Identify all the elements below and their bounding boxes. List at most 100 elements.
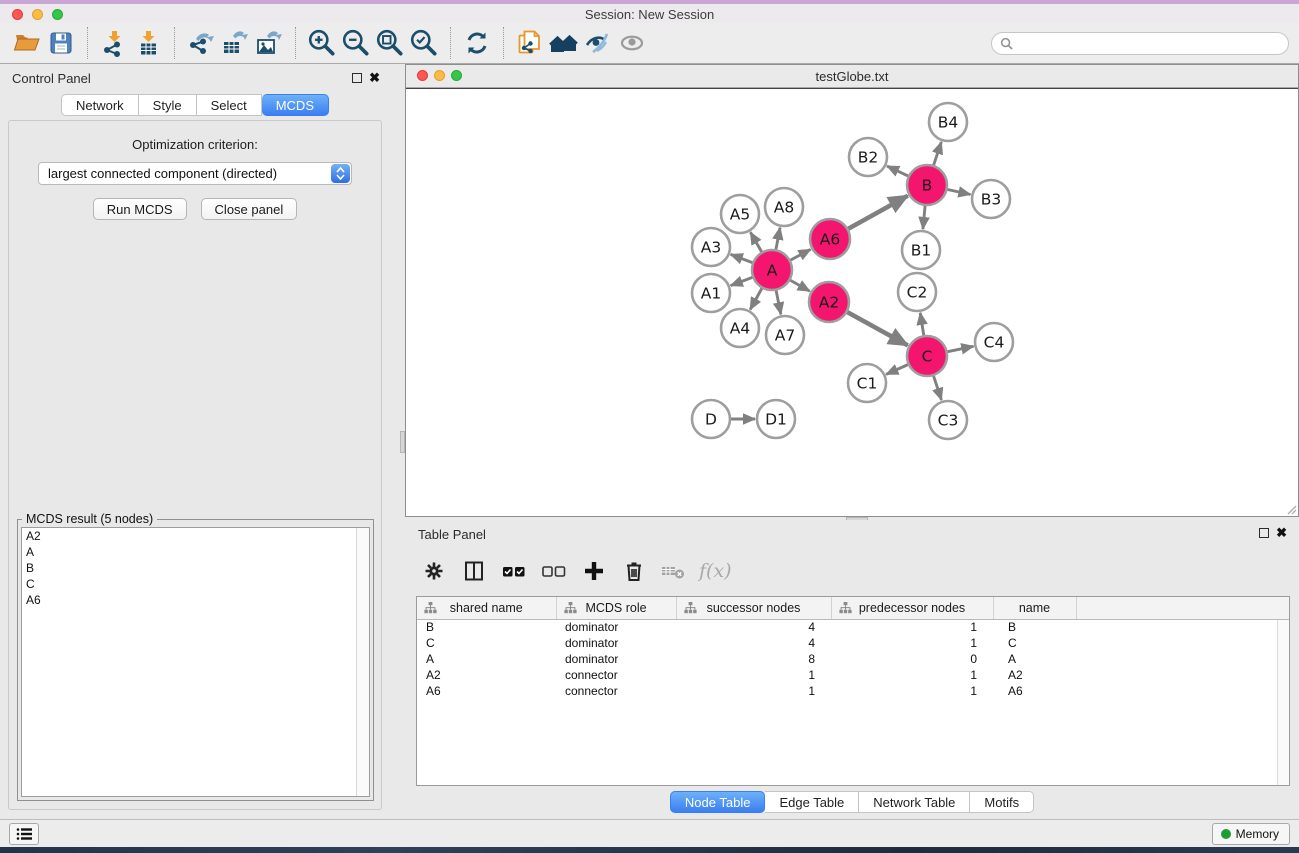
zoom-fit-icon[interactable] — [373, 26, 407, 60]
delete-table-icon[interactable] — [657, 554, 691, 588]
refresh-icon[interactable] — [460, 26, 494, 60]
close-panel-icon[interactable]: ✖ — [1276, 525, 1287, 541]
scrollbar[interactable] — [1277, 620, 1289, 786]
float-panel-icon[interactable] — [352, 73, 362, 83]
search-input[interactable] — [991, 32, 1289, 55]
graph-node-B2[interactable]: B2 — [849, 138, 887, 176]
zoom-in-icon[interactable] — [305, 26, 339, 60]
control-panel: Control Panel ✖ Network Style Select MCD… — [0, 64, 390, 819]
mcds-result-item[interactable]: B — [22, 560, 369, 576]
import-network-icon[interactable] — [97, 26, 131, 60]
graph-node-C2[interactable]: C2 — [898, 273, 936, 311]
graph-node-A5[interactable]: A5 — [721, 195, 759, 233]
graph-node-A7[interactable]: A7 — [766, 316, 804, 354]
tab-motifs[interactable]: Motifs — [970, 791, 1034, 813]
gear-icon[interactable] — [417, 554, 451, 588]
graph-edge — [731, 277, 753, 285]
mcds-result-list[interactable]: A2ABCA6 — [21, 527, 370, 797]
node-table-body: Bdominator41BCdominator41CAdominator80AA… — [417, 619, 1289, 699]
import-table-icon[interactable] — [131, 26, 165, 60]
zoom-selected-icon[interactable] — [407, 26, 441, 60]
select-all-icon[interactable] — [497, 554, 531, 588]
svg-text:A2: A2 — [819, 294, 839, 312]
optimization-criterion-select[interactable]: largest connected component (directed) — [38, 162, 352, 185]
tab-mcds[interactable]: MCDS — [262, 94, 329, 116]
network-canvas[interactable]: A A1 A2 A3 A4 A5 A6 A7 A8 B B1 B2 B3 B4 C C1 C2 C3 C4 D D1 — [406, 88, 1298, 516]
mcds-result-item[interactable]: C — [22, 576, 369, 592]
float-panel-icon[interactable] — [1259, 528, 1269, 538]
table-row[interactable]: Adominator80A — [417, 651, 1289, 667]
memory-button[interactable]: Memory — [1212, 823, 1290, 845]
delete-icon[interactable] — [617, 554, 651, 588]
graph-node-B1[interactable]: B1 — [902, 231, 940, 269]
graph-node-B4[interactable]: B4 — [929, 103, 967, 141]
table-row[interactable]: A6connector11A6 — [417, 683, 1289, 699]
mcds-result-item[interactable]: A2 — [22, 528, 369, 544]
show-hide-graphics-icon[interactable] — [581, 26, 615, 60]
graph-edge — [847, 312, 907, 345]
svg-text:A7: A7 — [775, 327, 795, 345]
graph-node-D[interactable]: D — [692, 400, 730, 438]
search-icon — [1000, 37, 1013, 50]
network-view-window: testGlobe.txt AA1A2A3A4A5A6A7A8BB1B2B3B4… — [405, 64, 1299, 517]
close-panel-button[interactable]: Close panel — [201, 198, 298, 220]
graph-node-A6[interactable]: A6 — [810, 219, 850, 259]
graph-node-C[interactable]: C — [907, 336, 947, 376]
graph-node-C3[interactable]: C3 — [929, 401, 967, 439]
mcds-panel: Optimization criterion: largest connecte… — [8, 120, 382, 810]
graph-node-A8[interactable]: A8 — [765, 188, 803, 226]
graph-node-B3[interactable]: B3 — [972, 180, 1010, 218]
close-panel-icon[interactable]: ✖ — [369, 70, 380, 86]
graph-node-A2[interactable]: A2 — [809, 282, 849, 322]
splitter-handle[interactable] — [400, 431, 405, 453]
control-panel-title: Control Panel — [12, 71, 91, 86]
clone-network-icon[interactable] — [513, 26, 547, 60]
graph-node-C1[interactable]: C1 — [848, 364, 886, 402]
tab-network-table[interactable]: Network Table — [859, 791, 970, 813]
home-icon[interactable] — [547, 26, 581, 60]
add-column-icon[interactable] — [577, 554, 611, 588]
graph-node-D1[interactable]: D1 — [757, 400, 795, 438]
graph-node-B[interactable]: B — [907, 165, 947, 205]
export-table-icon[interactable] — [218, 26, 252, 60]
scrollbar[interactable] — [356, 528, 369, 796]
zoom-out-icon[interactable] — [339, 26, 373, 60]
graph-node-A3[interactable]: A3 — [692, 228, 730, 266]
mcds-result-item[interactable]: A6 — [22, 592, 369, 608]
svg-text:D: D — [705, 411, 717, 429]
hierarchy-icon — [839, 602, 852, 614]
table-panel: Table Panel ✖ f(x) — [405, 520, 1299, 819]
svg-text:C2: C2 — [907, 284, 928, 302]
window-list-button[interactable] — [9, 823, 39, 845]
table-row[interactable]: Cdominator41C — [417, 635, 1289, 651]
tab-style[interactable]: Style — [139, 94, 197, 116]
graph-node-A4[interactable]: A4 — [721, 309, 759, 347]
tab-edge-table[interactable]: Edge Table — [765, 791, 859, 813]
save-session-icon[interactable] — [44, 26, 78, 60]
export-image-icon[interactable] — [252, 26, 286, 60]
table-row[interactable]: Bdominator41B — [417, 619, 1289, 635]
function-builder-icon[interactable]: f(x) — [699, 560, 732, 582]
graph-node-A[interactable]: A — [752, 250, 792, 290]
table-header-row[interactable]: shared name MCDS role successor nodes pr… — [417, 597, 1289, 619]
graph-edge — [848, 196, 907, 229]
tab-select[interactable]: Select — [197, 94, 262, 116]
eye-icon[interactable] — [615, 26, 649, 60]
resize-grip-icon[interactable] — [1285, 503, 1297, 515]
graph-node-C4[interactable]: C4 — [975, 323, 1013, 361]
tab-network[interactable]: Network — [61, 94, 139, 116]
deselect-all-icon[interactable] — [537, 554, 571, 588]
open-session-icon[interactable] — [10, 26, 44, 60]
column-chooser-icon[interactable] — [457, 554, 491, 588]
mcds-result-item[interactable]: A — [22, 544, 369, 560]
svg-text:B1: B1 — [911, 242, 932, 260]
run-mcds-button[interactable]: Run MCDS — [93, 198, 187, 220]
toolbar-separator — [450, 27, 451, 59]
tab-node-table[interactable]: Node Table — [670, 791, 766, 813]
table-row[interactable]: A2connector11A2 — [417, 667, 1289, 683]
graph-node-A1[interactable]: A1 — [692, 274, 730, 312]
column-header-predecessor-nodes: predecessor nodes — [831, 597, 993, 619]
svg-text:B3: B3 — [981, 191, 1002, 209]
export-network-icon[interactable] — [184, 26, 218, 60]
node-table: shared name MCDS role successor nodes pr… — [416, 596, 1290, 786]
